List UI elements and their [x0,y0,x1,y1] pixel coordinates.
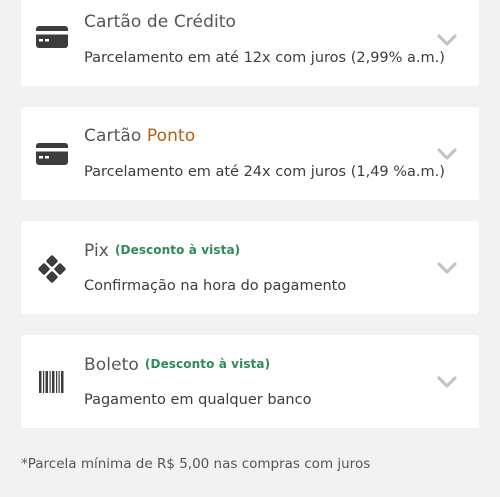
credit-card-icon [36,26,68,48]
payment-option-title: Cartão de Crédito [84,12,237,32]
chevron-down-icon[interactable] [437,147,457,161]
discount-badge: (Desconto à vista) [114,243,241,257]
chevron-down-icon[interactable] [437,261,457,275]
payment-option-description: Confirmação na hora do pagamento [84,278,347,294]
payment-option-cartao-ponto[interactable]: Cartão Ponto Parcelamento em até 24x com… [21,107,479,200]
payment-option-description: Parcelamento em até 12x com juros (2,99%… [84,50,445,66]
payment-option-description: Parcelamento em até 24x com juros (1,49 … [84,164,445,180]
payment-option-title: Boleto (Desconto à vista) [84,355,271,375]
payment-option-credit-card[interactable]: Cartão de Crédito Parcelamento em até 12… [21,0,479,86]
payment-option-title: Pix (Desconto à vista) [84,241,241,261]
pix-icon [38,255,66,283]
credit-card-icon [36,143,68,165]
footnote: *Parcela mínima de R$ 5,00 nas compras c… [21,456,371,472]
payment-option-description: Pagamento em qualquer banco [84,392,312,408]
payment-option-pix[interactable]: Pix (Desconto à vista) Confirmação na hor… [21,221,479,314]
chevron-down-icon[interactable] [437,33,457,47]
barcode-icon [39,371,65,393]
chevron-down-icon[interactable] [437,375,457,389]
payment-option-boleto[interactable]: Boleto (Desconto à vista) Pagamento em qu… [21,335,479,428]
discount-badge: (Desconto à vista) [144,357,271,371]
payment-option-title: Cartão Ponto [84,126,196,146]
